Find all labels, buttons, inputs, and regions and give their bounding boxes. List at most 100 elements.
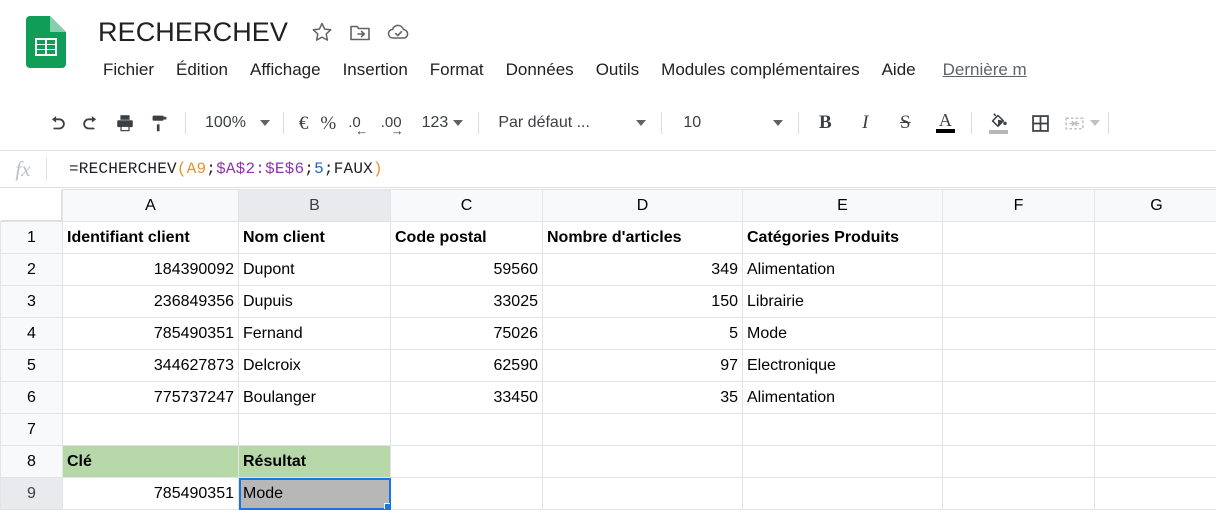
cell-f2[interactable]	[942, 253, 1095, 286]
cell-g8[interactable]	[1094, 445, 1216, 478]
paint-format-button[interactable]	[142, 106, 176, 140]
cell-a6[interactable]: 775737247	[62, 381, 239, 414]
cell-g9[interactable]	[1094, 477, 1216, 510]
cell-d5[interactable]: 97	[542, 349, 743, 382]
cell-a2[interactable]: 184390092	[62, 253, 239, 286]
cell-g1[interactable]	[1094, 221, 1216, 254]
cell-g7[interactable]	[1094, 413, 1216, 446]
row-header-8[interactable]: 8	[0, 445, 63, 478]
menu-fichier[interactable]: Fichier	[92, 55, 165, 85]
move-to-folder-icon[interactable]	[348, 20, 372, 44]
column-header-c[interactable]: C	[390, 189, 543, 222]
cell-a4[interactable]: 785490351	[62, 317, 239, 350]
cell-c5[interactable]: 62590	[390, 349, 543, 382]
menu-aide[interactable]: Aide	[871, 55, 927, 85]
row-header-3[interactable]: 3	[0, 285, 63, 318]
cell-b6[interactable]: Boulanger	[238, 381, 391, 414]
document-title[interactable]: RECHERCHEV	[98, 17, 288, 48]
menu-edition[interactable]: Édition	[165, 55, 239, 85]
currency-format-button[interactable]: €	[293, 108, 315, 138]
menu-modules-complementaires[interactable]: Modules complémentaires	[650, 55, 870, 85]
cell-a1[interactable]: Identifiant client	[62, 221, 239, 254]
cell-e2[interactable]: Alimentation	[742, 253, 943, 286]
cell-d7[interactable]	[542, 413, 743, 446]
cell-f9[interactable]	[942, 477, 1095, 510]
cell-d6[interactable]: 35	[542, 381, 743, 414]
cell-f3[interactable]	[942, 285, 1095, 318]
column-header-e[interactable]: E	[742, 189, 943, 222]
text-color-button[interactable]: A	[928, 106, 962, 140]
cell-f4[interactable]	[942, 317, 1095, 350]
cell-c8[interactable]	[390, 445, 543, 478]
row-header-7[interactable]: 7	[0, 413, 63, 446]
strikethrough-button[interactable]: S	[888, 106, 922, 140]
cell-a8[interactable]: Clé	[62, 445, 239, 478]
cell-b1[interactable]: Nom client	[238, 221, 391, 254]
cell-e3[interactable]: Librairie	[742, 285, 943, 318]
cell-c1[interactable]: Code postal	[390, 221, 543, 254]
font-family-selector[interactable]: Par défaut ...	[488, 108, 652, 138]
star-icon[interactable]	[310, 20, 334, 44]
cell-e8[interactable]	[742, 445, 943, 478]
cell-g5[interactable]	[1094, 349, 1216, 382]
cell-c3[interactable]: 33025	[390, 285, 543, 318]
row-header-2[interactable]: 2	[0, 253, 63, 286]
percent-format-button[interactable]: %	[314, 108, 342, 138]
cell-e1[interactable]: Catégories Produits	[742, 221, 943, 254]
cell-g4[interactable]	[1094, 317, 1216, 350]
print-button[interactable]	[108, 106, 142, 140]
cell-c2[interactable]: 59560	[390, 253, 543, 286]
menu-affichage[interactable]: Affichage	[239, 55, 332, 85]
cell-f1[interactable]	[942, 221, 1095, 254]
cell-d9[interactable]	[542, 477, 743, 510]
cell-c4[interactable]: 75026	[390, 317, 543, 350]
cell-g3[interactable]	[1094, 285, 1216, 318]
spreadsheet-grid[interactable]: A B C D E F G 1 Identifiant client Nom c…	[0, 189, 1216, 518]
italic-button[interactable]: I	[848, 106, 882, 140]
row-header-1[interactable]: 1	[0, 221, 63, 254]
menu-donnees[interactable]: Données	[495, 55, 585, 85]
row-header-6[interactable]: 6	[0, 381, 63, 414]
more-formats-button[interactable]: 123	[416, 108, 470, 138]
cell-a3[interactable]: 236849356	[62, 285, 239, 318]
merge-cells-button[interactable]	[1065, 106, 1101, 140]
font-size-selector[interactable]: 10	[671, 108, 789, 138]
row-header-9[interactable]: 9	[0, 477, 63, 510]
undo-button[interactable]	[40, 106, 74, 140]
last-modified-link[interactable]: Dernière m	[927, 55, 1027, 85]
cell-d8[interactable]	[542, 445, 743, 478]
cell-a5[interactable]: 344627873	[62, 349, 239, 382]
row-header-4[interactable]: 4	[0, 317, 63, 350]
cell-e7[interactable]	[742, 413, 943, 446]
cell-b2[interactable]: Dupont	[238, 253, 391, 286]
cell-c6[interactable]: 33450	[390, 381, 543, 414]
zoom-selector[interactable]: 100%	[195, 108, 274, 138]
cell-b5[interactable]: Delcroix	[238, 349, 391, 382]
cell-b8[interactable]: Résultat	[238, 445, 391, 478]
cell-a7[interactable]	[62, 413, 239, 446]
borders-button[interactable]	[1023, 106, 1057, 140]
cell-d2[interactable]: 349	[542, 253, 743, 286]
cell-g6[interactable]	[1094, 381, 1216, 414]
column-header-d[interactable]: D	[542, 189, 743, 222]
increase-decimal-button[interactable]: .00 →	[375, 108, 408, 138]
cell-b9-selected[interactable]: Mode	[238, 477, 391, 510]
decrease-decimal-button[interactable]: .0 ←	[342, 108, 368, 138]
cell-a9[interactable]: 785490351	[62, 477, 239, 510]
cell-c7[interactable]	[390, 413, 543, 446]
cell-b4[interactable]: Fernand	[238, 317, 391, 350]
bold-button[interactable]: B	[808, 106, 842, 140]
cell-e5[interactable]: Electronique	[742, 349, 943, 382]
menu-insertion[interactable]: Insertion	[332, 55, 419, 85]
fill-color-button[interactable]	[981, 106, 1015, 140]
menu-format[interactable]: Format	[419, 55, 495, 85]
cell-e4[interactable]: Mode	[742, 317, 943, 350]
column-header-b[interactable]: B	[238, 189, 391, 222]
cell-f8[interactable]	[942, 445, 1095, 478]
cell-c9[interactable]	[390, 477, 543, 510]
row-header-5[interactable]: 5	[0, 349, 63, 382]
cell-b7[interactable]	[238, 413, 391, 446]
cell-g2[interactable]	[1094, 253, 1216, 286]
cell-d4[interactable]: 5	[542, 317, 743, 350]
select-all-corner[interactable]	[0, 189, 63, 222]
